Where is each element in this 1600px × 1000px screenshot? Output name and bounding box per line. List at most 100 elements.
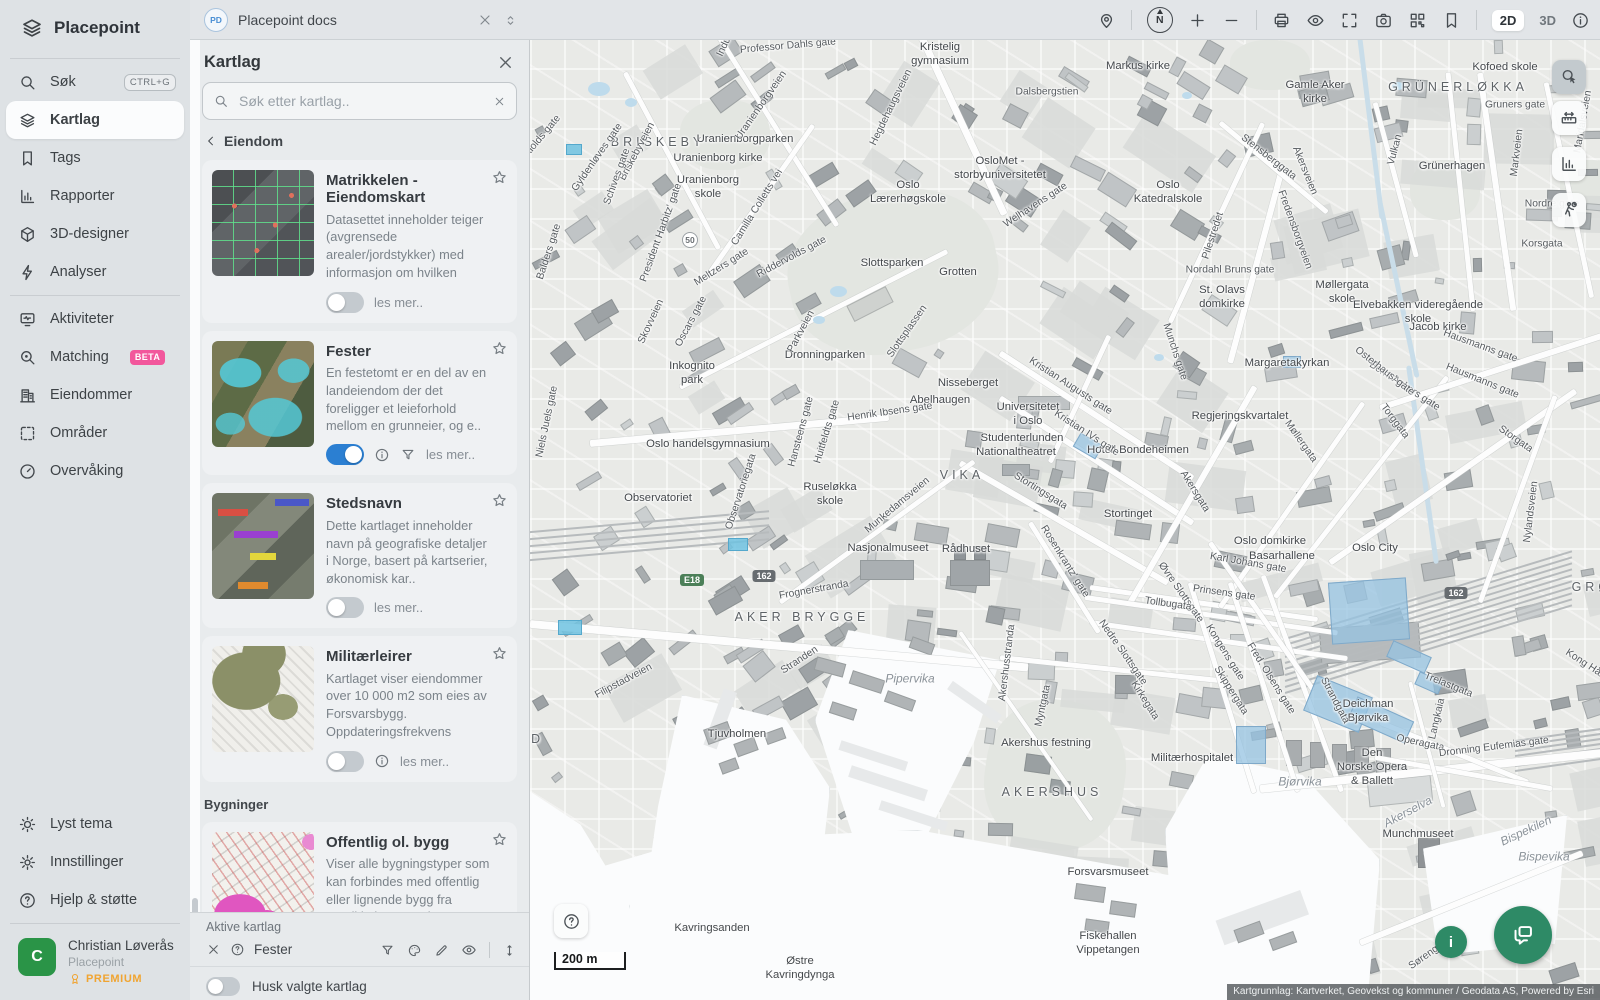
travel-time-tool-button[interactable]	[1552, 193, 1586, 227]
layer-info-icon[interactable]	[374, 447, 390, 463]
breadcrumb[interactable]: Eiendom	[204, 133, 515, 149]
street-label: Møllergata	[1282, 418, 1320, 465]
sidebar-item-lyst-tema[interactable]: Lyst tema	[6, 805, 184, 843]
layer-toggle[interactable]	[326, 597, 364, 619]
info-button[interactable]: i	[1435, 926, 1467, 958]
map-help-button[interactable]	[554, 904, 588, 938]
clear-search-icon[interactable]	[493, 95, 506, 108]
layer-thumbnail	[212, 493, 314, 600]
edit-icon[interactable]	[434, 943, 449, 958]
grid-icon[interactable]	[1408, 11, 1427, 30]
panel-title: Kartlag	[204, 53, 261, 71]
pin-icon[interactable]	[1097, 11, 1116, 30]
road-shield: 162	[1444, 587, 1468, 599]
bookmark-icon[interactable]	[1442, 11, 1461, 30]
remove-layer-icon[interactable]	[206, 942, 221, 957]
sidebar-item-analyser[interactable]: Analyser	[6, 253, 184, 291]
sidebar-item-rapporter[interactable]: Rapporter	[6, 177, 184, 215]
street-label: Skovveien	[636, 297, 667, 346]
layer-card[interactable]: Matrikkelen - Eiendomskart Datasettet inn…	[202, 160, 517, 323]
chart-tool-button[interactable]	[1552, 147, 1586, 181]
sidebar-item-innstillinger[interactable]: Innstillinger	[6, 843, 184, 881]
sidebar-item-overv-king[interactable]: Overvåking	[6, 452, 184, 490]
panel-close-icon[interactable]	[496, 53, 515, 72]
place-label: Jacob kirke	[1409, 320, 1467, 333]
visibility-icon[interactable]	[461, 942, 477, 958]
layer-toggle[interactable]	[326, 444, 364, 466]
reorder-icon[interactable]	[502, 943, 517, 958]
sidebar-item-3d-designer[interactable]: 3D-designer	[6, 215, 184, 253]
close-project-icon[interactable]	[477, 12, 493, 28]
les-mer-link[interactable]: les mer..	[426, 447, 475, 462]
filter-icon[interactable]	[380, 943, 395, 958]
favorite-star-icon[interactable]	[491, 169, 508, 191]
layer-toggle[interactable]	[326, 291, 364, 313]
measure-tool-button[interactable]	[1552, 101, 1586, 135]
sidebar-item-label: Søk	[50, 74, 76, 90]
layer-card[interactable]: Stedsnavn Dette kartlaget inneholder navn…	[202, 483, 517, 629]
place-label: Kristelig gymnasium	[911, 40, 969, 67]
palette-icon[interactable]	[407, 943, 422, 958]
street-label: Huitfeldts gate	[812, 398, 842, 465]
favorite-star-icon[interactable]	[491, 645, 508, 667]
sidebar-item-aktiviteter[interactable]: Aktiviteter	[6, 300, 184, 338]
layer-help-icon[interactable]	[230, 942, 245, 957]
info-icon[interactable]	[1571, 11, 1590, 30]
view-2d-button[interactable]: 2D	[1491, 9, 1525, 31]
layer-search[interactable]	[202, 82, 517, 120]
tag-icon	[18, 149, 37, 168]
project-name: Placepoint docs	[238, 12, 337, 28]
layer-card[interactable]: Fester En festetomt er en del av en lande…	[202, 330, 517, 476]
layer-info-icon[interactable]	[374, 753, 390, 769]
user-profile[interactable]: C Christian Løverås Placepoint PREMIUM	[0, 928, 190, 986]
layer-thumbnail	[212, 646, 314, 753]
avatar[interactable]: C	[18, 938, 56, 976]
layer-card[interactable]: Militærleirer Kartlaget viser eiendommer …	[202, 636, 517, 782]
active-layers-title: Aktive kartlag	[206, 920, 282, 934]
street-label: skiolds gate	[530, 113, 563, 162]
favorite-star-icon[interactable]	[491, 492, 508, 514]
chat-button[interactable]	[1494, 906, 1552, 964]
remember-layers-toggle[interactable]	[206, 977, 240, 996]
printer-icon[interactable]	[1272, 11, 1291, 30]
les-mer-link[interactable]: les mer..	[400, 754, 449, 769]
layer-filter-icon[interactable]	[400, 447, 416, 463]
sidebar-item-tags[interactable]: Tags	[6, 139, 184, 177]
building-icon	[18, 386, 37, 405]
project-switcher[interactable]: PD Placepoint docs	[190, 0, 530, 40]
section-label: Bygninger	[204, 796, 269, 812]
sidebar-item-matching[interactable]: Matching BETA	[6, 338, 184, 376]
sidebar-item-label: Analyser	[50, 264, 107, 280]
road-shield: 162	[752, 570, 776, 582]
place-label: Observatoriet	[624, 491, 692, 504]
layer-card[interactable]: Offentlig ol. bygg Viser alle bygningstyp…	[202, 821, 517, 912]
plus-icon[interactable]	[1188, 11, 1207, 30]
expand-icon[interactable]	[1340, 11, 1359, 30]
sidebar-item-hjelp-st-tte[interactable]: Hjelp & støtte	[6, 881, 184, 919]
sidebar-item-s-k[interactable]: Søk CTRL+G	[6, 63, 184, 101]
gear-icon	[18, 853, 37, 872]
eye-icon[interactable]	[1306, 11, 1325, 30]
sidebar-item-omr-der[interactable]: Områder	[6, 414, 184, 452]
compass-icon[interactable]: N	[1146, 7, 1173, 33]
layer-toggle[interactable]	[326, 750, 364, 772]
medal-icon	[68, 972, 82, 986]
camera-icon[interactable]	[1374, 11, 1393, 30]
favorite-star-icon[interactable]	[491, 340, 508, 362]
street-label: Niels Juels gate	[534, 385, 561, 459]
cube-icon	[18, 225, 37, 244]
select-tool-button[interactable]	[1552, 60, 1586, 94]
favorite-star-icon[interactable]	[491, 831, 508, 853]
breadcrumb-label: Eiendom	[224, 133, 284, 149]
sun-icon	[18, 815, 37, 834]
map-canvas[interactable]: BRISKEBY VIKA AKER BRYGGE AKERSHUS GRÜNERLØK…	[530, 40, 1600, 1000]
layer-search-input[interactable]	[237, 92, 485, 110]
bolt-icon	[18, 263, 37, 282]
minus-icon[interactable]	[1222, 11, 1241, 30]
sidebar-item-eiendommer[interactable]: Eiendommer	[6, 376, 184, 414]
view-3d-button[interactable]: 3D	[1539, 13, 1556, 28]
project-select-icon[interactable]	[503, 13, 518, 28]
les-mer-link[interactable]: les mer..	[374, 295, 423, 310]
les-mer-link[interactable]: les mer..	[374, 600, 423, 615]
sidebar-item-kartlag[interactable]: Kartlag	[6, 101, 184, 139]
